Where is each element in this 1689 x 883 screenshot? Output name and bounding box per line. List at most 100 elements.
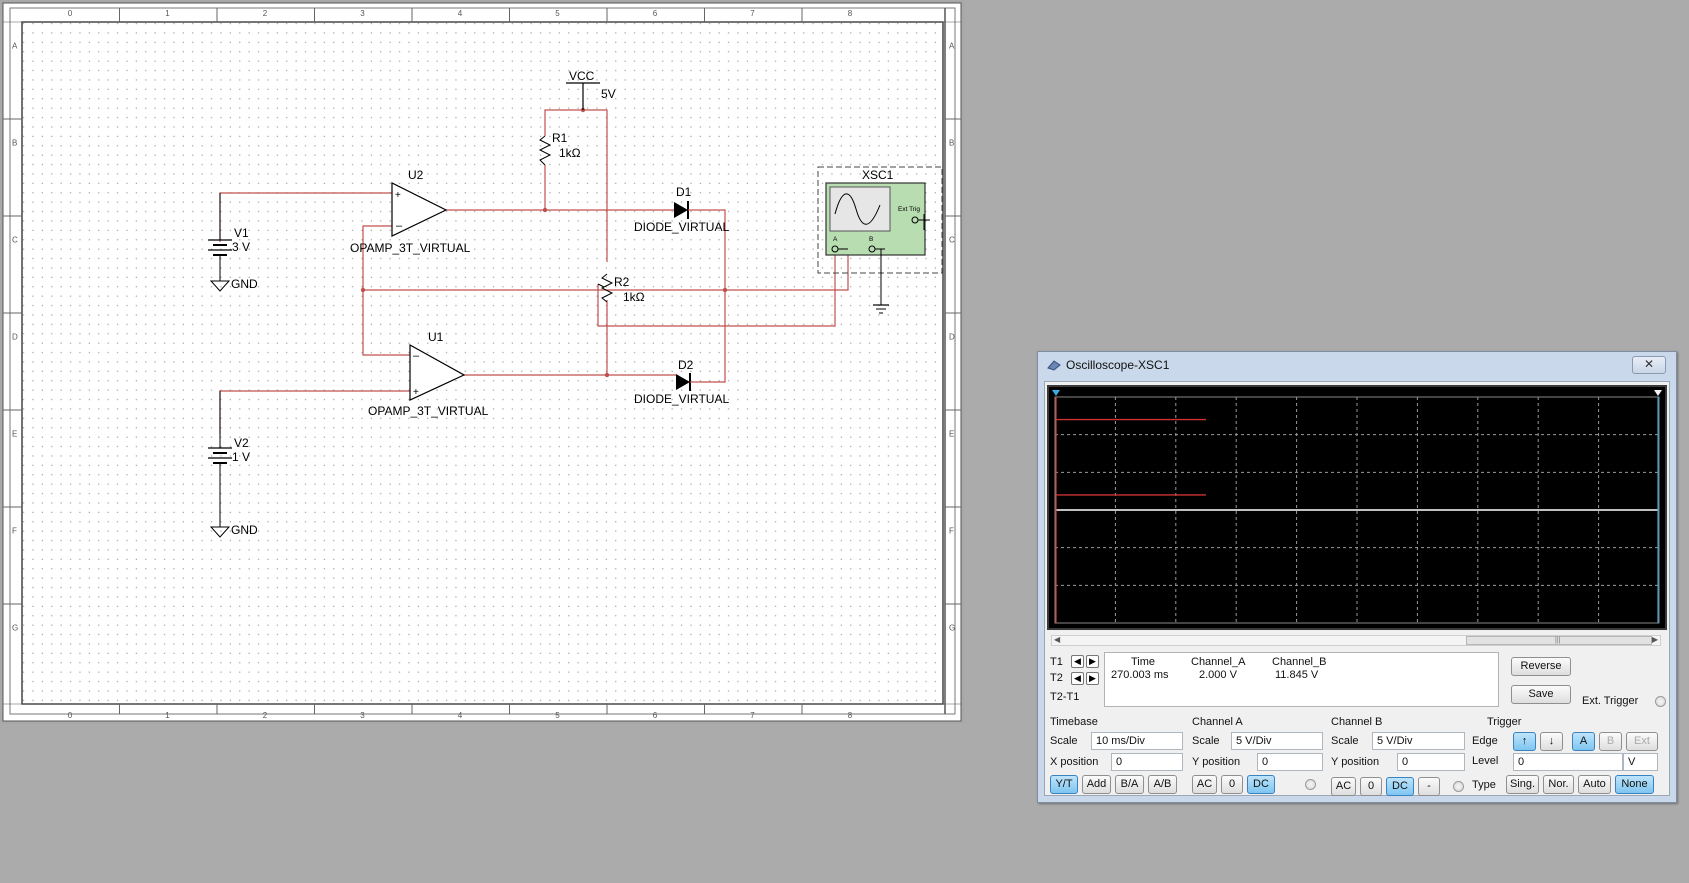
ruler-row-label: B bbox=[12, 139, 17, 148]
v1-ref: V1 bbox=[234, 226, 249, 240]
r2-value: 1kΩ bbox=[623, 290, 645, 304]
channel-b-scale-field[interactable]: 5 V/Div bbox=[1372, 732, 1465, 750]
ruler-row-label: E bbox=[949, 430, 954, 439]
ruler-row-label: C bbox=[12, 236, 18, 245]
ruler-col-label: 8 bbox=[848, 9, 853, 18]
readout-header-channel-b: Channel_B bbox=[1272, 656, 1327, 668]
channel-a-ac-button[interactable]: AC bbox=[1192, 775, 1217, 794]
scroll-left-icon[interactable]: ◀ bbox=[1054, 635, 1060, 644]
v2-value: 1 V bbox=[232, 450, 250, 464]
channel-a-ypos-field[interactable]: 0 bbox=[1257, 753, 1323, 771]
ruler-col-label: 7 bbox=[750, 9, 755, 18]
ruler-col-label: 4 bbox=[458, 9, 463, 18]
svg-text:+: + bbox=[395, 190, 401, 201]
svg-text:+: + bbox=[413, 387, 419, 398]
trigger-source-ext-button[interactable]: Ext bbox=[1626, 732, 1658, 751]
ruler-row-label: D bbox=[949, 333, 955, 342]
ruler-row-label: C bbox=[949, 236, 955, 245]
ruler-col-label: 1 bbox=[165, 9, 170, 18]
ruler-col-label: 4 bbox=[458, 711, 463, 720]
channel-b-zero-button[interactable]: 0 bbox=[1360, 777, 1382, 796]
t2-right-arrow-icon[interactable]: ▶ bbox=[1086, 672, 1099, 685]
timebase-xpos-field[interactable]: 0 bbox=[1111, 753, 1183, 771]
trigger-level-field[interactable]: 0 bbox=[1513, 753, 1623, 771]
scrollbar-thumb[interactable]: ||| bbox=[1466, 636, 1652, 645]
ruler-col-label: 6 bbox=[653, 711, 658, 720]
trigger-source-a-button[interactable]: A bbox=[1572, 732, 1595, 751]
channel-a-zero-button[interactable]: 0 bbox=[1221, 775, 1243, 794]
ext-trigger-label: Ext. Trigger bbox=[1582, 695, 1639, 707]
ba-button[interactable]: B/A bbox=[1115, 775, 1144, 794]
schematic-workspace[interactable]: 012345678 012345678 ABCDEFG ABCDEFG VCC … bbox=[0, 0, 965, 724]
ruler-row-label: F bbox=[949, 527, 954, 536]
channel-a-scale-field[interactable]: 5 V/Div bbox=[1231, 732, 1323, 750]
channel-b-ac-button[interactable]: AC bbox=[1331, 777, 1356, 796]
channel-b-dc-button[interactable]: DC bbox=[1386, 777, 1414, 796]
close-button[interactable]: ✕ bbox=[1632, 356, 1666, 374]
trigger-level-unit[interactable]: V bbox=[1623, 753, 1658, 771]
horizontal-scrollbar[interactable]: ◀ ||| ▶ bbox=[1051, 635, 1661, 646]
svg-text:–: – bbox=[413, 350, 420, 362]
t1-left-arrow-icon[interactable]: ◀ bbox=[1071, 655, 1084, 668]
yt-button[interactable]: Y/T bbox=[1050, 775, 1078, 794]
v1-value: 3 V bbox=[232, 240, 250, 254]
trigger-edge-label: Edge bbox=[1472, 735, 1498, 747]
drawing-area[interactable] bbox=[21, 21, 944, 705]
trigger-source-b-button[interactable]: B bbox=[1599, 732, 1622, 751]
channel-b-scale-label: Scale bbox=[1331, 735, 1359, 747]
scroll-right-icon[interactable]: ▶ bbox=[1652, 635, 1658, 644]
falling-edge-icon[interactable]: ↓ bbox=[1540, 732, 1563, 751]
channel-b-radio[interactable] bbox=[1453, 781, 1464, 792]
readout-header-time: Time bbox=[1131, 656, 1156, 668]
oscilloscope-titlebar[interactable]: Oscilloscope-XSC1 ✕ bbox=[1038, 352, 1676, 380]
ruler-row-label: B bbox=[949, 139, 954, 148]
timebase-scale-field[interactable]: 10 ms/Div bbox=[1091, 732, 1183, 750]
trigger-single-button[interactable]: Sing. bbox=[1506, 775, 1539, 794]
oscilloscope-window[interactable]: Oscilloscope-XSC1 ✕ ◀ ||| ▶ T1 ◀ ▶ T2 ◀ … bbox=[1037, 351, 1677, 803]
u2-ref: U2 bbox=[408, 168, 424, 182]
save-button[interactable]: Save bbox=[1511, 685, 1571, 704]
trigger-none-button[interactable]: None bbox=[1615, 775, 1654, 794]
t1-right-arrow-icon[interactable]: ▶ bbox=[1086, 655, 1099, 668]
cursor-t1-handle-icon[interactable] bbox=[1052, 390, 1060, 396]
rising-edge-icon[interactable]: ↑ bbox=[1513, 732, 1536, 751]
oscilloscope-screen[interactable] bbox=[1047, 385, 1667, 630]
timebase-title: Timebase bbox=[1050, 716, 1098, 728]
trigger-auto-button[interactable]: Auto bbox=[1578, 775, 1611, 794]
readout-header-channel-a: Channel_A bbox=[1191, 656, 1246, 668]
d2-ref: D2 bbox=[678, 358, 694, 372]
channel-b-title: Channel B bbox=[1331, 716, 1383, 728]
ruler-row-label: G bbox=[949, 624, 955, 633]
ruler-col-label: 5 bbox=[555, 711, 560, 720]
ruler-row-label: A bbox=[12, 42, 18, 51]
xsc1-ext-trig: Ext Trig bbox=[898, 206, 920, 213]
ruler-col-label: 0 bbox=[68, 9, 73, 18]
channel-b-ypos-field[interactable]: 0 bbox=[1397, 753, 1465, 771]
cursor-t2-handle-icon[interactable] bbox=[1654, 390, 1662, 396]
ab-button[interactable]: A/B bbox=[1148, 775, 1177, 794]
trigger-normal-button[interactable]: Nor. bbox=[1543, 775, 1574, 794]
channel-b-minus-button[interactable]: - bbox=[1418, 777, 1440, 796]
cursor-t1-label: T1 bbox=[1050, 656, 1063, 668]
reverse-button[interactable]: Reverse bbox=[1511, 657, 1571, 676]
u2-type: OPAMP_3T_VIRTUAL bbox=[350, 241, 471, 255]
ruler-row-label: F bbox=[12, 527, 17, 536]
ruler-row-label: A bbox=[949, 42, 955, 51]
add-button[interactable]: Add bbox=[1082, 775, 1111, 794]
oscilloscope-body: ◀ ||| ▶ T1 ◀ ▶ T2 ◀ ▶ T2-T1 Time Channel… bbox=[1044, 381, 1670, 796]
ext-trigger-radio[interactable] bbox=[1655, 696, 1666, 707]
vcc-value: 5V bbox=[601, 87, 616, 101]
readout-t1-channel-a: 2.000 V bbox=[1199, 669, 1237, 681]
channel-a-radio[interactable] bbox=[1305, 779, 1316, 790]
ruler-col-label: 0 bbox=[68, 711, 73, 720]
schematic-canvas[interactable]: 012345678 012345678 ABCDEFG ABCDEFG VCC … bbox=[0, 0, 965, 724]
readout-t1-time: 270.003 ms bbox=[1111, 669, 1169, 681]
cursor-t2t1-label: T2-T1 bbox=[1050, 691, 1080, 703]
v2-ref: V2 bbox=[234, 436, 249, 450]
ruler-col-label: 5 bbox=[555, 9, 560, 18]
xsc1-a: A bbox=[833, 236, 838, 243]
t2-left-arrow-icon[interactable]: ◀ bbox=[1071, 672, 1084, 685]
channel-a-dc-button[interactable]: DC bbox=[1247, 775, 1275, 794]
timebase-xpos-label: X position bbox=[1050, 756, 1099, 768]
r1-value: 1kΩ bbox=[559, 146, 581, 160]
